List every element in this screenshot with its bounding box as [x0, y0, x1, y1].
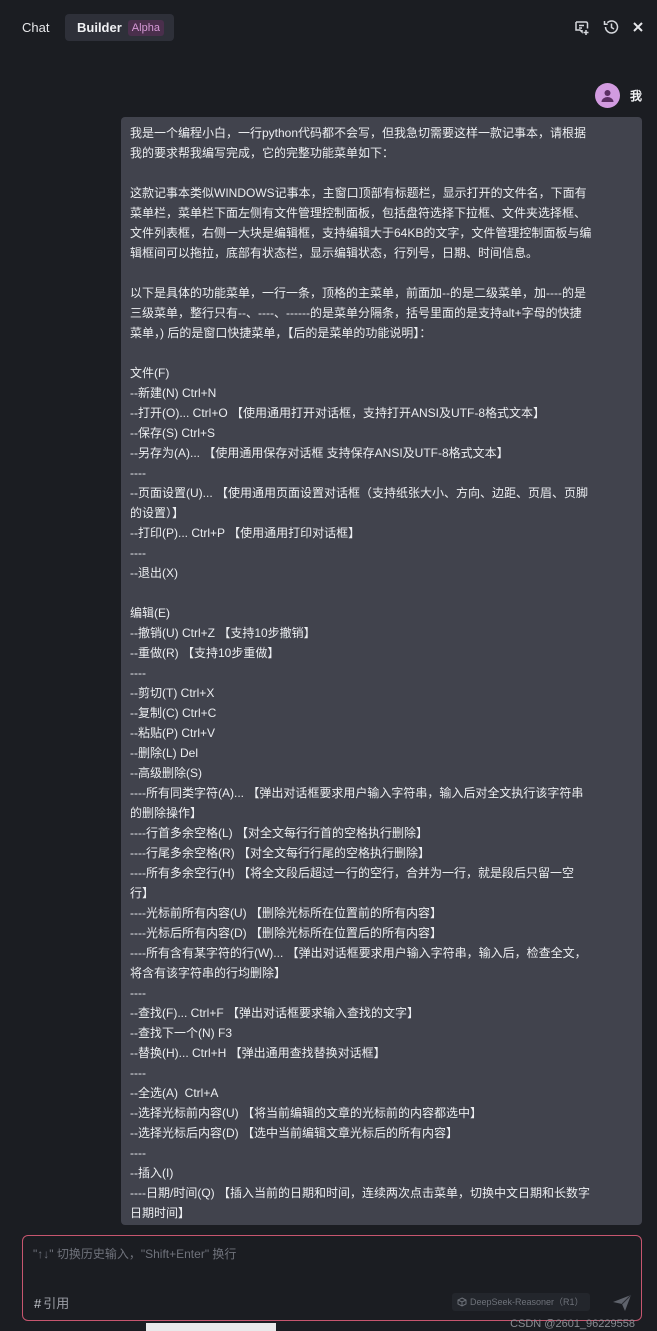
message-line: --替换(H)... Ctrl+H 【弹出通用查找替换对话框】: [130, 1046, 386, 1060]
message-line: 日期时间】: [130, 1206, 191, 1220]
hash-icon: #: [34, 1296, 42, 1311]
message-line: 我的要求帮我编写完成，它的完整功能菜单如下：: [130, 146, 395, 160]
cube-icon: [457, 1297, 467, 1307]
taskbar-fragment: [146, 1323, 276, 1331]
message-line: --选择光标前内容(U) 【将当前编辑的文章的光标前的内容都选中】: [130, 1106, 482, 1120]
message-line: --删除(L) Del: [130, 746, 198, 760]
message-line: 辑框间可以拖拉，底部有状态栏，显示编辑状态，行列号，日期、时间信息。: [130, 246, 539, 260]
new-chat-icon[interactable]: [572, 17, 592, 37]
message-line: ----: [130, 1066, 146, 1080]
message-line: ----: [130, 666, 146, 680]
message-line: [130, 343, 633, 363]
message-line: --页面设置(U)... 【使用通用页面设置对话框（支持纸张大小、方向、边距、页…: [130, 486, 588, 500]
tab-builder-label: Builder: [77, 20, 122, 35]
message-line: 我是一个编程小白，一行python代码都不会写，但我急切需要这样一款记事本，请根…: [130, 126, 587, 140]
message-line: --打印(P)... Ctrl+P 【使用通用打印对话框】: [130, 526, 361, 540]
message-line: --粘贴(P) Ctrl+V: [130, 726, 215, 740]
message-line: ----所有含有某字符的行(W)... 【弹出对话框要求用户输入字符串，输入后，…: [130, 946, 587, 960]
user-icon: [601, 90, 614, 102]
message-line: 将含有该字符串的行均删除】: [130, 966, 287, 980]
reference-label: 引用: [43, 1296, 70, 1311]
message-line: --查找(F)... Ctrl+F 【弹出对话框要求输入查找的文字】: [130, 1006, 419, 1020]
message-line: ----所有同类字符(A)... 【弹出对话框要求用户输入字符串，输入后对全文执…: [130, 786, 584, 800]
message-line: --插入(I): [130, 1166, 174, 1180]
user-header: 我: [594, 83, 642, 108]
message-text: 我是一个编程小白，一行python代码都不会写，但我急切需要这样一款记事本，请根…: [130, 123, 633, 1223]
send-icon[interactable]: [611, 1292, 633, 1314]
message-line: --选择光标后内容(D) 【选中当前编辑文章光标后的所有内容】: [130, 1126, 458, 1140]
message-line: 菜单，) 后的是窗口快捷菜单，【后的是菜单的功能说明】：: [130, 326, 432, 340]
tab-builder[interactable]: Builder Alpha: [65, 14, 174, 41]
chat-input-box[interactable]: "↑↓" 切换历史输入，"Shift+Enter" 换行 # 引用 DeepSee…: [22, 1235, 642, 1321]
message-line: ----: [130, 986, 146, 1000]
message-line: ----光标前所有内容(U) 【删除光标所在位置前的所有内容】: [130, 906, 442, 920]
message-line: ----: [130, 546, 146, 560]
message-line: 菜单栏，菜单栏下面左侧有文件管理控制面板，包括盘符选择下拉框、文件夹选择框、: [130, 206, 587, 220]
message-line: 文件(F): [130, 366, 170, 380]
message-line: ----: [130, 1146, 146, 1160]
message-line: ----: [130, 466, 146, 480]
message-line: --另存为(A)... 【使用通用保存对话框 支持保存ANSI及UTF-8格式文…: [130, 446, 509, 460]
message-line: 这款记事本类似WINDOWS记事本，主窗口顶部有标题栏，显示打开的文件名，下面有: [130, 186, 587, 200]
message-line: ----日期/时间(Q) 【插入当前的日期和时间，连续两次点击菜单，切换中文日期…: [130, 1186, 590, 1200]
message-line: 行】: [130, 886, 155, 900]
message-line: --退出(X): [130, 566, 178, 580]
history-icon[interactable]: [601, 17, 621, 37]
message-line: 的删除操作】: [130, 806, 203, 820]
close-icon[interactable]: [628, 17, 648, 37]
avatar: [594, 83, 620, 108]
model-selector[interactable]: DeepSeek-Reasoner（R1）: [452, 1293, 590, 1311]
top-bar: Chat Builder Alpha: [0, 0, 657, 54]
message-line: 文件列表框，右侧一大块是编辑框，支持编辑大于64KB的文字，文件管理控制面板与编: [130, 226, 592, 240]
message-line: --新建(N) Ctrl+N: [130, 386, 217, 400]
message-line: --复制(C) Ctrl+C: [130, 706, 217, 720]
message-line: --全选(A) Ctrl+A: [130, 1086, 219, 1100]
tab-chat[interactable]: Chat: [10, 14, 61, 41]
message-line: [130, 583, 633, 603]
chat-input-placeholder: "↑↓" 切换历史输入，"Shift+Enter" 换行: [33, 1247, 237, 1261]
model-label: DeepSeek-Reasoner（R1）: [470, 1297, 584, 1307]
user-message-bubble: 我是一个编程小白，一行python代码都不会写，但我急切需要这样一款记事本，请根…: [121, 117, 642, 1225]
message-line: --查找下一个(N) F3: [130, 1026, 232, 1040]
alpha-badge: Alpha: [127, 20, 164, 36]
message-line: ----所有多余空行(H) 【将全文段后超过一行的空行，合并为一行，就是段后只留…: [130, 866, 574, 880]
message-line: 以下是具体的功能菜单，一行一条，顶格的主菜单，前面加--的是二级菜单，加----…: [130, 286, 586, 300]
message-line: --剪切(T) Ctrl+X: [130, 686, 215, 700]
message-line: 的设置）】: [130, 506, 185, 520]
message-line: [130, 263, 633, 283]
message-line: 编辑(E): [130, 606, 170, 620]
reference-button[interactable]: # 引用: [34, 1293, 69, 1312]
message-line: 三级菜单，整行只有--、----、------的是菜单分隔条，括号里面的是支持a…: [130, 306, 582, 320]
message-line: ----光标后所有内容(D) 【删除光标所在位置后的所有内容】: [130, 926, 442, 940]
message-line: --高级删除(S): [130, 766, 202, 780]
message-line: --保存(S) Ctrl+S: [130, 426, 215, 440]
watermark: CSDN @2601_96229558: [510, 1318, 635, 1330]
message-line: ----行尾多余空格(R) 【对全文每行行尾的空格执行删除】: [130, 846, 430, 860]
message-line: --打开(O)... Ctrl+O 【使用通用打开对话框，支持打开ANSI及UT…: [130, 406, 545, 420]
message-line: ----行首多余空格(L) 【对全文每行行首的空格执行删除】: [130, 826, 428, 840]
message-line: --撤销(U) Ctrl+Z 【支持10步撤销】: [130, 626, 316, 640]
user-name: 我: [629, 89, 642, 103]
message-line: --重做(R) 【支持10步重做】: [130, 646, 280, 660]
message-line: [130, 163, 633, 183]
